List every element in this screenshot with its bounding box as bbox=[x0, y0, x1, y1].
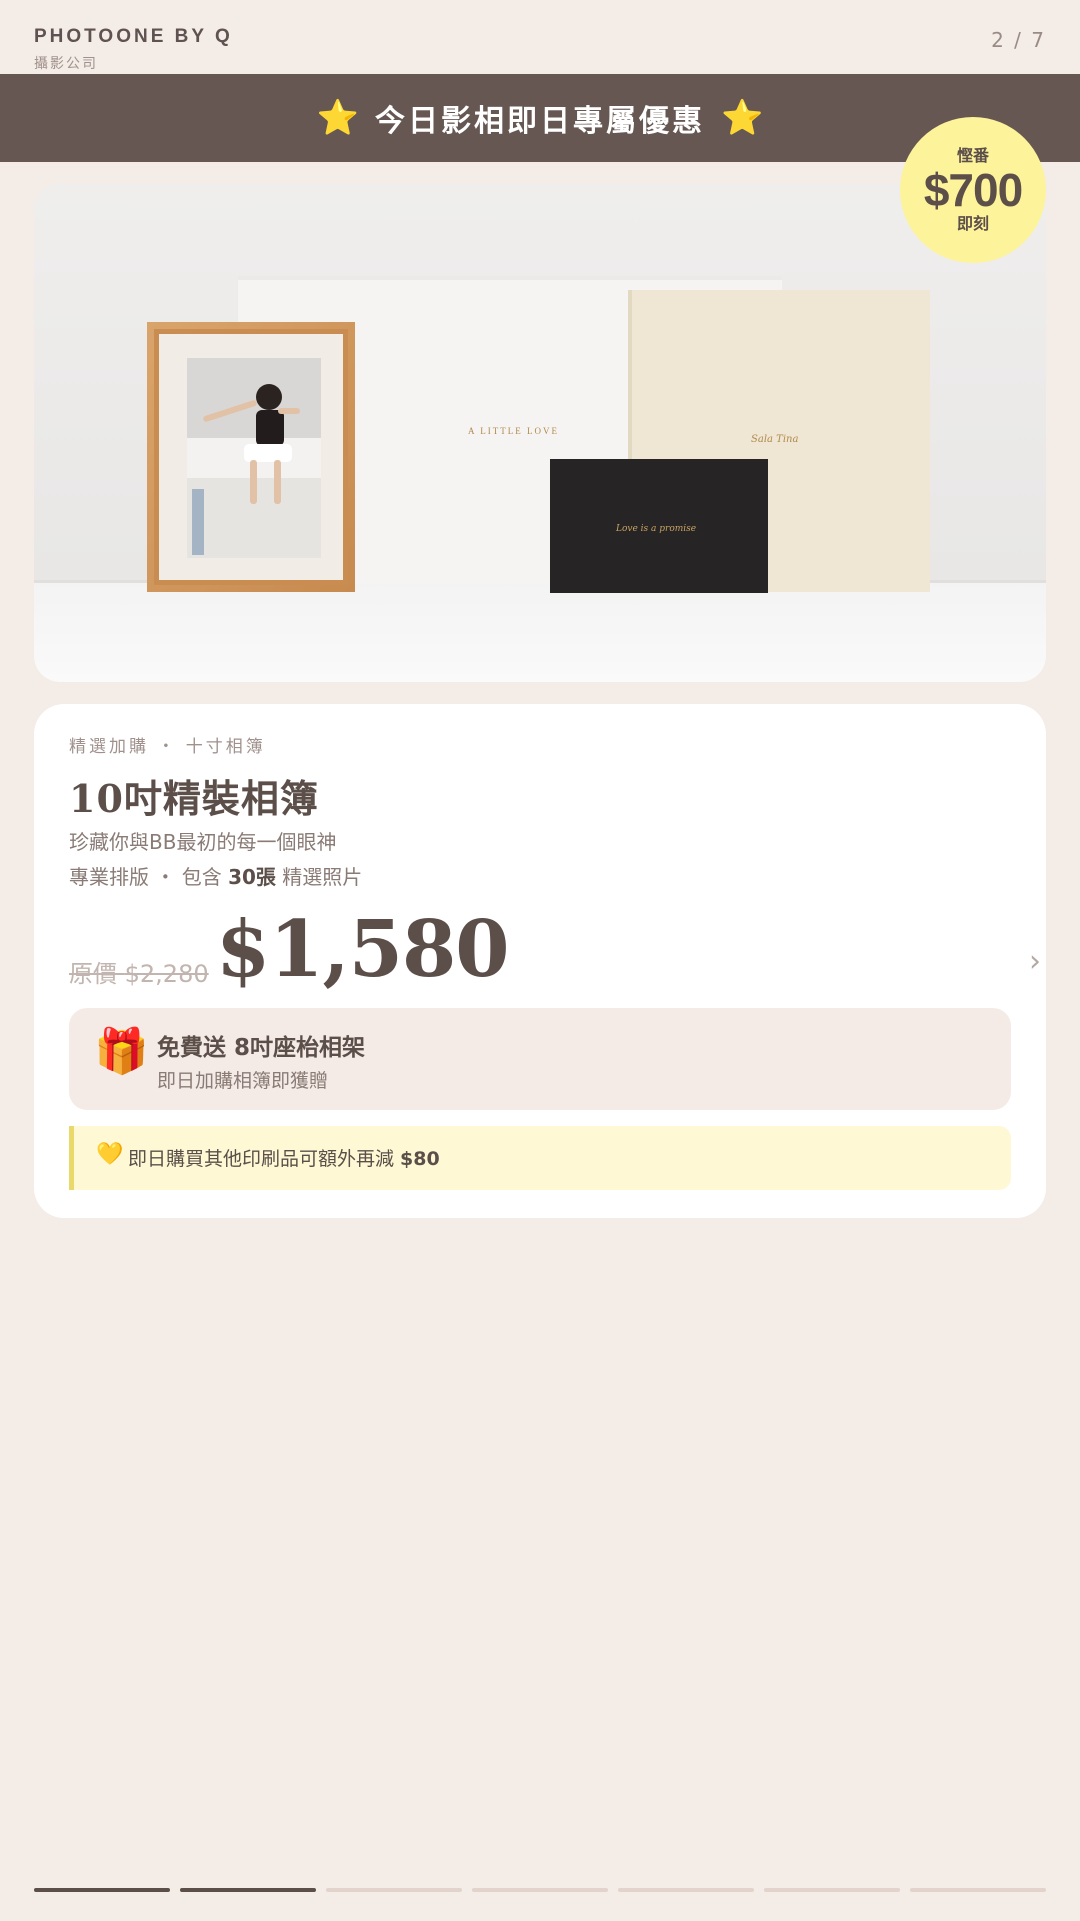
savings-amount: $700 bbox=[923, 164, 1023, 216]
savings-badge-top: 慳番 bbox=[956, 146, 989, 165]
details-suffix: 精選照片 bbox=[275, 865, 363, 889]
progress-segment[interactable] bbox=[910, 1888, 1046, 1892]
savings-badge: 慳番 $700 即刻 bbox=[900, 117, 1046, 263]
page-counter: 2 / 7 bbox=[991, 28, 1046, 52]
gift-icon: 🎁 bbox=[94, 1026, 149, 1077]
progress-segment[interactable] bbox=[764, 1888, 900, 1892]
progress-segment[interactable] bbox=[326, 1888, 462, 1892]
story-progress bbox=[34, 1888, 1046, 1892]
details-prefix: 專業排版 ・ 包含 bbox=[69, 865, 229, 889]
top-bar: PHOTOONE BY Q 攝影公司 2 / 7 bbox=[34, 26, 1046, 74]
yellow-heart-icon: 💛 bbox=[96, 1142, 124, 1167]
star-icon: ⭐ bbox=[316, 98, 359, 138]
progress-segment[interactable] bbox=[472, 1888, 608, 1892]
extra-discount-text: 即日購買其他印刷品可額外再減 $80 bbox=[128, 1144, 440, 1171]
extra-discount-label: 即日購買其他印刷品可額外再減 bbox=[128, 1148, 401, 1170]
product-eyebrow: 精選加購 ・ 十寸相簿 bbox=[69, 737, 266, 757]
sale-price: $1,580 bbox=[216, 904, 510, 995]
star-icon: ⭐ bbox=[721, 98, 764, 138]
product-title: 10吋精裝相簿 bbox=[69, 776, 319, 821]
banner-title: 今日影相即日專屬優惠 bbox=[375, 104, 705, 139]
product-hero-image: A LITTLE LOVE Sala Tina Love is a promis… bbox=[34, 184, 1046, 682]
original-price: 原價 $2,280 bbox=[69, 954, 209, 989]
progress-segment[interactable] bbox=[180, 1888, 316, 1892]
extra-discount-note: 💛 即日購買其他印刷品可額外再減 $80 bbox=[69, 1126, 1011, 1190]
progress-segment[interactable] bbox=[34, 1888, 170, 1892]
gift-subtitle: 即日加購相簿即獲贈 bbox=[157, 1070, 329, 1092]
photo-count: 30張 bbox=[228, 865, 276, 889]
progress-segment[interactable] bbox=[618, 1888, 754, 1892]
free-gift-box: 🎁 免費送 8吋座枱相架 即日加購相簿即獲贈 bbox=[69, 1008, 1011, 1110]
original-price-value: $2,280 bbox=[124, 960, 209, 988]
original-price-label: 原價 bbox=[69, 960, 125, 988]
cream-album-text: Sala Tina bbox=[751, 434, 798, 445]
brand-name: PHOTOONE BY Q bbox=[34, 26, 233, 47]
white-album-text: A LITTLE LOVE bbox=[468, 426, 559, 436]
chevron-right-icon[interactable]: › bbox=[1029, 944, 1041, 979]
photo-frame bbox=[147, 322, 355, 592]
extra-discount-amount: $80 bbox=[400, 1148, 440, 1170]
savings-badge-bottom: 即刻 bbox=[956, 214, 989, 233]
product-details: 專業排版 ・ 包含 30張 精選照片 bbox=[69, 861, 362, 890]
black-album-text: Love is a promise bbox=[615, 524, 696, 534]
gift-title: 免費送 8吋座枱相架 bbox=[157, 1035, 366, 1061]
product-card: 精選加購 ・ 十寸相簿 10吋精裝相簿 珍藏你與BB最初的每一個眼神 專業排版 … bbox=[34, 704, 1046, 1218]
product-description: 珍藏你與BB最初的每一個眼神 bbox=[69, 830, 337, 854]
brand-subtitle: 攝影公司 bbox=[34, 56, 98, 72]
